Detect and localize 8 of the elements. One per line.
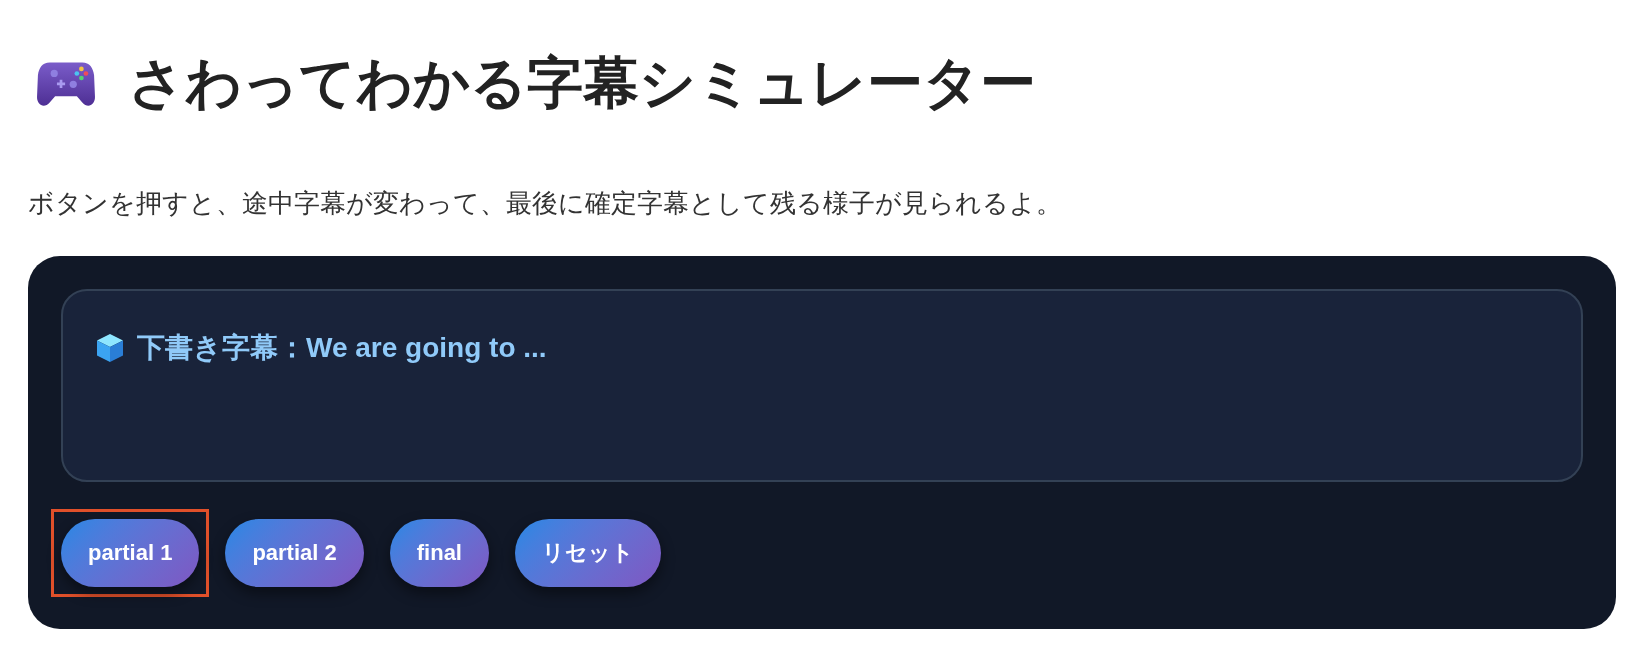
caption-button[interactable]: partial 2	[225, 519, 364, 587]
description-text: ボタンを押すと、途中字幕が変わって、最後に確定字幕として残る様子が見られるよ。	[28, 187, 1063, 220]
caption-button[interactable]: リセット	[515, 519, 661, 587]
caption-button[interactable]: partial 1	[61, 519, 200, 587]
page-title: さわってわかる字幕シミュレーター	[128, 50, 1036, 116]
draft-caption: 下書き字幕：We are going to ...	[137, 331, 547, 365]
cube-icon	[95, 333, 125, 363]
caption-button[interactable]: final	[389, 519, 489, 587]
